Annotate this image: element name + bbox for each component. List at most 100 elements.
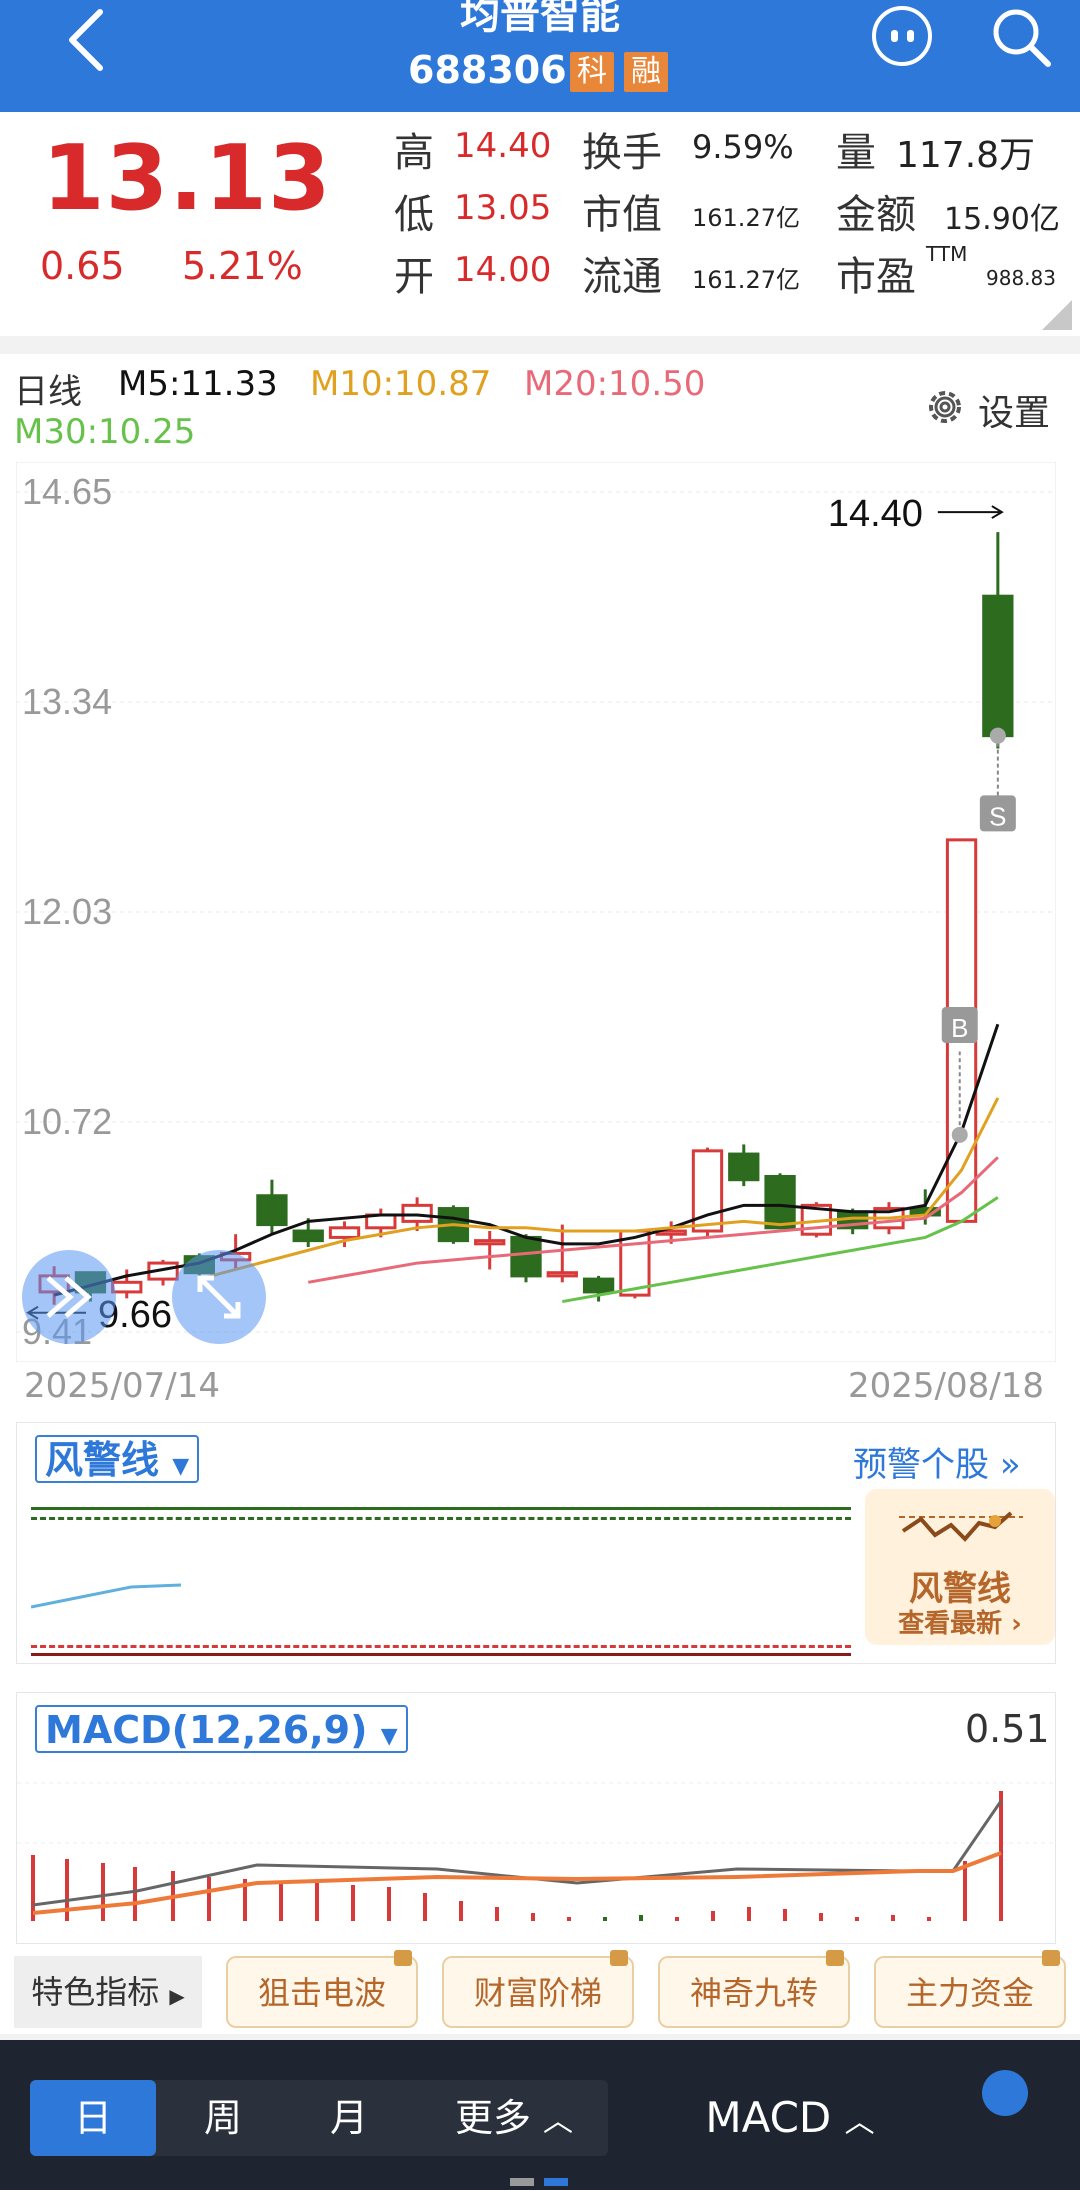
upper-dashed-line bbox=[31, 1517, 851, 1520]
star-market-badge: 科 bbox=[570, 52, 614, 92]
low-label: 低 bbox=[394, 192, 434, 238]
zoom-handle[interactable] bbox=[172, 1250, 266, 1344]
tab-week[interactable]: 周 bbox=[160, 2080, 286, 2156]
warning-line-panel: 风警线 ▼ 预警个股 » 风警线 查看最新 › bbox=[16, 1422, 1056, 1664]
tab-day[interactable]: 日 bbox=[30, 2080, 156, 2156]
chevron-up-icon: ︿ bbox=[844, 2105, 875, 2140]
floating-assistant-button[interactable] bbox=[982, 2070, 1028, 2116]
candle-body bbox=[510, 1235, 542, 1278]
candle-body bbox=[401, 1203, 433, 1223]
warning-indicator-select[interactable]: 风警线 ▼ bbox=[35, 1435, 200, 1483]
resize-arrows-icon bbox=[197, 1275, 241, 1319]
chart-panel: 日线 M5:11.33 M10:10.87 M20:10.50 M30:10.2… bbox=[0, 354, 1080, 2034]
page-indicator bbox=[510, 2178, 534, 2186]
candle-body bbox=[546, 1271, 578, 1278]
y-tick-label: 14.65 bbox=[22, 471, 112, 512]
turnover-value: 9.59% bbox=[692, 128, 794, 166]
macd-indicator-select[interactable]: MACD(12,26,9) ▼ bbox=[35, 1705, 408, 1753]
warning-stocks-label: 预警个股 bbox=[853, 1445, 989, 1485]
candle-body bbox=[292, 1229, 324, 1243]
lock-icon bbox=[610, 1950, 628, 1966]
last-price: 13.13 bbox=[42, 126, 332, 231]
low-value: 13.05 bbox=[454, 188, 552, 228]
tab-more-label: 更多 bbox=[454, 2096, 531, 2140]
amount-label: 金额 bbox=[836, 192, 916, 238]
settings-label: 设置 bbox=[978, 393, 1051, 434]
page-indicator-active bbox=[544, 2178, 568, 2186]
move-left-handle[interactable] bbox=[22, 1250, 116, 1344]
pe-label: 市盈 bbox=[836, 254, 916, 300]
chevron-up-icon: ︿ bbox=[543, 2104, 574, 2139]
caret-right-icon: ▶ bbox=[169, 1984, 185, 2008]
tab-month[interactable]: 月 bbox=[286, 2080, 412, 2156]
macd-chart bbox=[17, 1782, 1057, 1921]
dropdown-icon: ▼ bbox=[172, 1454, 190, 1479]
price-change-pct: 5.21% bbox=[182, 244, 303, 288]
y-tick-label: 10.72 bbox=[22, 1101, 112, 1142]
chip-label: 主力资金 bbox=[905, 1974, 1034, 2012]
high-label: 高 bbox=[394, 130, 434, 176]
chip-magic-nine[interactable]: 神奇九转 bbox=[658, 1950, 850, 2028]
amount-value: 15.90亿 bbox=[944, 202, 1060, 237]
x-end-label: 2025/08/18 bbox=[848, 1366, 1044, 1406]
candle-body bbox=[111, 1280, 143, 1294]
high-price-marker: 14.40 bbox=[828, 493, 923, 535]
candle-body bbox=[256, 1194, 288, 1227]
tab-more[interactable]: 更多 ︿ bbox=[420, 2080, 608, 2156]
candle-body bbox=[474, 1239, 506, 1246]
ma5-legend: M5:11.33 bbox=[118, 364, 278, 404]
warning-stocks-link[interactable]: 预警个股 » bbox=[853, 1437, 1021, 1486]
lower-dashed-line bbox=[31, 1645, 851, 1648]
candle-body bbox=[328, 1226, 361, 1239]
indicator-switch[interactable]: MACD ︿ bbox=[690, 2080, 890, 2156]
chip-sniper-wave[interactable]: 狙击电波 bbox=[226, 1950, 418, 2028]
lock-icon bbox=[1042, 1950, 1060, 1966]
gear-icon bbox=[929, 391, 961, 423]
warning-promo-card[interactable]: 风警线 查看最新 › bbox=[865, 1489, 1055, 1645]
candle-body bbox=[982, 594, 1014, 738]
candle-body bbox=[764, 1175, 796, 1230]
indicator-label: MACD bbox=[705, 2093, 832, 2142]
sell-marker-label: S bbox=[989, 801, 1006, 831]
ma30-legend: M30:10.25 bbox=[14, 412, 196, 452]
bottom-bar: 日 周 月 更多 ︿ MACD ︿ bbox=[0, 2040, 1080, 2190]
macd-select-label: MACD(12,26,9) bbox=[45, 1708, 368, 1752]
feature-indicators-menu[interactable]: 特色指标 ▶ bbox=[14, 1956, 202, 2028]
high-value: 14.40 bbox=[454, 126, 552, 166]
candle-body bbox=[728, 1152, 760, 1182]
float-value: 161.27亿 bbox=[692, 266, 800, 294]
header-bar: 均普智能 688306 科 融 bbox=[0, 0, 1080, 112]
candle-body bbox=[582, 1277, 615, 1294]
feature-label: 特色指标 bbox=[31, 1973, 160, 2011]
margin-badge: 融 bbox=[624, 52, 668, 92]
y-tick-label: 12.03 bbox=[22, 891, 112, 932]
expand-corner-icon[interactable] bbox=[1042, 300, 1072, 330]
mktcap-label: 市值 bbox=[582, 192, 662, 238]
macd-panel: MACD(12,26,9) ▼ 0.51 bbox=[16, 1692, 1057, 1944]
upper-warning-line bbox=[31, 1507, 851, 1510]
warning-curve bbox=[31, 1583, 182, 1609]
buy-marker-label: B bbox=[951, 1013, 968, 1043]
sell-marker-dot bbox=[989, 727, 1006, 744]
chip-label: 财富阶梯 bbox=[473, 1974, 602, 2012]
open-label: 开 bbox=[394, 254, 434, 300]
price-change: 0.65 bbox=[40, 244, 125, 288]
chip-main-funds[interactable]: 主力资金 bbox=[874, 1950, 1066, 2028]
turnover-label: 换手 bbox=[582, 130, 662, 176]
pe-ttm-sup: TTM bbox=[926, 242, 968, 266]
kline-chart[interactable]: 14.6513.3412.0310.729.4114.409.66BS bbox=[16, 462, 1056, 1362]
stock-code: 688306 bbox=[408, 48, 567, 92]
volume-label: 量 bbox=[836, 130, 876, 176]
volume-value: 117.8万 bbox=[896, 135, 1036, 176]
lower-warning-line bbox=[31, 1653, 851, 1656]
dif-line bbox=[32, 1800, 1003, 1907]
chat-face-icon[interactable] bbox=[872, 6, 932, 66]
dropdown-icon: ▼ bbox=[380, 1724, 398, 1749]
pe-value: 988.83 bbox=[986, 266, 1056, 290]
wave-icon bbox=[899, 1511, 1023, 1542]
chip-wealth-ladder[interactable]: 财富阶梯 bbox=[442, 1950, 634, 2028]
buy-marker-dot bbox=[951, 1126, 968, 1143]
y-tick-label: 13.34 bbox=[22, 681, 112, 722]
search-icon[interactable] bbox=[990, 6, 1054, 70]
open-value: 14.00 bbox=[454, 250, 552, 290]
